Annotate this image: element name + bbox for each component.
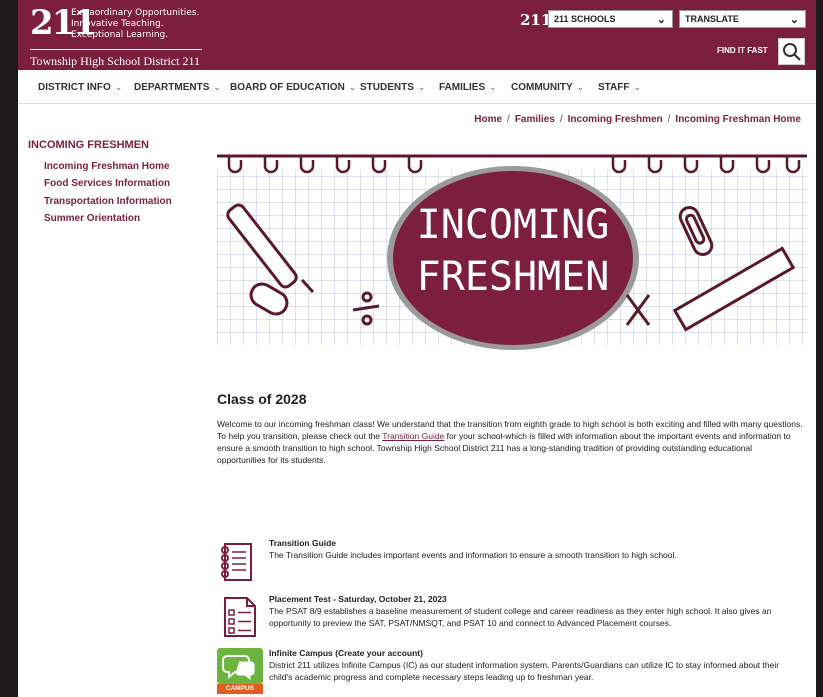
resource-title[interactable]: Placement Test - Saturday, October 21, 2…	[269, 594, 447, 604]
incoming-freshmen-banner: INCOMING FRESHMEN	[217, 154, 807, 350]
nav-label: FAMILIES	[439, 82, 486, 93]
transition-guide-link[interactable]: Transition Guide	[382, 431, 444, 441]
nav-label: STUDENTS	[360, 82, 414, 93]
chevron-down-icon: ⌄	[576, 82, 585, 92]
notebook-icon	[221, 543, 252, 581]
nav-departments[interactable]: DEPARTMENTS ⌄	[134, 82, 221, 93]
page-frame: 211 Extraordinary Opportunities. Innovat…	[18, 0, 816, 697]
nav-label: DISTRICT INFO	[38, 82, 111, 93]
resource-description: The PSAT 8/9 establishes a baseline meas…	[269, 606, 772, 628]
nav-students[interactable]: STUDENTS ⌄	[360, 82, 425, 93]
nav-label: STAFF	[598, 82, 630, 93]
tagline-line: Exceptional Learning.	[71, 30, 169, 40]
search-button[interactable]	[778, 38, 805, 65]
breadcrumb-incoming-freshmen[interactable]: Incoming Freshmen	[568, 114, 663, 125]
sidebar-item-transportation[interactable]: Transportation Information	[44, 196, 172, 207]
sidebar-item-summer-orientation[interactable]: Summer Orientation	[44, 213, 140, 224]
banner-title-line2: FRESHMEN	[417, 254, 610, 300]
search-icon	[783, 43, 801, 61]
resource-item-placement-test[interactable]: Placement Test - Saturday, October 21, 2…	[217, 594, 807, 640]
nav-community[interactable]: COMMUNITY ⌄	[511, 82, 584, 93]
translate-select[interactable]: TRANSLATE ⌄	[679, 10, 806, 28]
breadcrumb-home[interactable]: Home	[474, 114, 502, 125]
resource-description: The Transition Guide includes important …	[269, 550, 677, 560]
campus-icon: CAMPUS	[217, 648, 263, 694]
chat-bubbles-icon	[217, 648, 263, 684]
chevron-down-icon: ⌄	[489, 82, 497, 92]
nav-district-info[interactable]: DISTRICT INFO ⌄	[38, 82, 122, 93]
intro-paragraph: Welcome to our incoming freshman class! …	[217, 418, 803, 466]
find-it-fast-label[interactable]: FIND IT FAST	[717, 46, 768, 55]
chevron-down-icon: ⌄	[656, 14, 666, 26]
district-logo[interactable]: 211 Extraordinary Opportunities. Innovat…	[28, 4, 208, 68]
resource-description: District 211 utilizes Infinite Campus (I…	[269, 660, 780, 682]
logo-tagline: Extraordinary Opportunities. Innovative …	[71, 8, 199, 41]
translate-select-label: TRANSLATE	[685, 14, 739, 24]
nav-staff[interactable]: STAFF ⌄	[598, 82, 641, 93]
chevron-down-icon: ⌄	[417, 82, 426, 92]
chevron-down-icon: ⌄	[213, 82, 221, 92]
nav-label: COMMUNITY	[511, 82, 573, 93]
breadcrumb: Home / Families / Incoming Freshmen / Incoming…	[474, 114, 801, 125]
tagline-line: Extraordinary Opportunities.	[71, 8, 200, 18]
schools-select-label: 211 SCHOOLS	[554, 14, 616, 24]
district-name: Township High School District 211	[30, 54, 201, 68]
chevron-down-icon: ⌄	[348, 82, 357, 92]
resource-title[interactable]: Transition Guide	[269, 538, 336, 548]
chevron-down-icon: ⌄	[114, 82, 123, 92]
sidebar-item-incoming-freshman-home[interactable]: Incoming Freshman Home	[44, 161, 170, 172]
checklist-icon	[224, 597, 256, 637]
sidebar-title[interactable]: INCOMING FRESHMEN	[28, 139, 149, 151]
breadcrumb-current[interactable]: Incoming Freshman Home	[675, 114, 801, 125]
nav-families[interactable]: FAMILIES ⌄	[439, 82, 497, 93]
schools-select[interactable]: 211 SCHOOLS ⌄	[548, 10, 673, 28]
breadcrumb-families[interactable]: Families	[515, 114, 555, 125]
nav-board-of-education[interactable]: BOARD OF EDUCATION ⌄	[230, 82, 356, 93]
site-header: 211 Extraordinary Opportunities. Innovat…	[18, 0, 816, 70]
logo-divider	[30, 49, 202, 50]
chevron-down-icon: ⌄	[633, 82, 642, 92]
breadcrumb-separator: /	[507, 114, 510, 125]
breadcrumb-separator: /	[667, 114, 671, 125]
resource-item-transition-guide[interactable]: Transition Guide The Transition Guide in…	[217, 538, 807, 582]
schools-logo-icon: 211	[520, 11, 552, 29]
resource-item-infinite-campus[interactable]: CAMPUS Infinite Campus (Create your acco…	[217, 648, 807, 697]
banner-title-line1: INCOMING	[417, 202, 610, 248]
sidebar-item-food-services[interactable]: Food Services Information	[44, 178, 170, 189]
nav-label: DEPARTMENTS	[134, 82, 210, 93]
chevron-down-icon: ⌄	[789, 14, 799, 26]
main-nav: DISTRICT INFO ⌄ DEPARTMENTS ⌄ BOARD OF EDU…	[18, 70, 816, 104]
page-heading: Class of 2028	[217, 391, 307, 407]
resource-title[interactable]: Infinite Campus (Create your account)	[269, 648, 423, 658]
breadcrumb-separator: /	[559, 114, 563, 125]
tagline-line: Innovative Teaching.	[71, 19, 164, 29]
nav-label: BOARD OF EDUCATION	[230, 82, 345, 93]
campus-badge: CAMPUS	[217, 684, 263, 694]
